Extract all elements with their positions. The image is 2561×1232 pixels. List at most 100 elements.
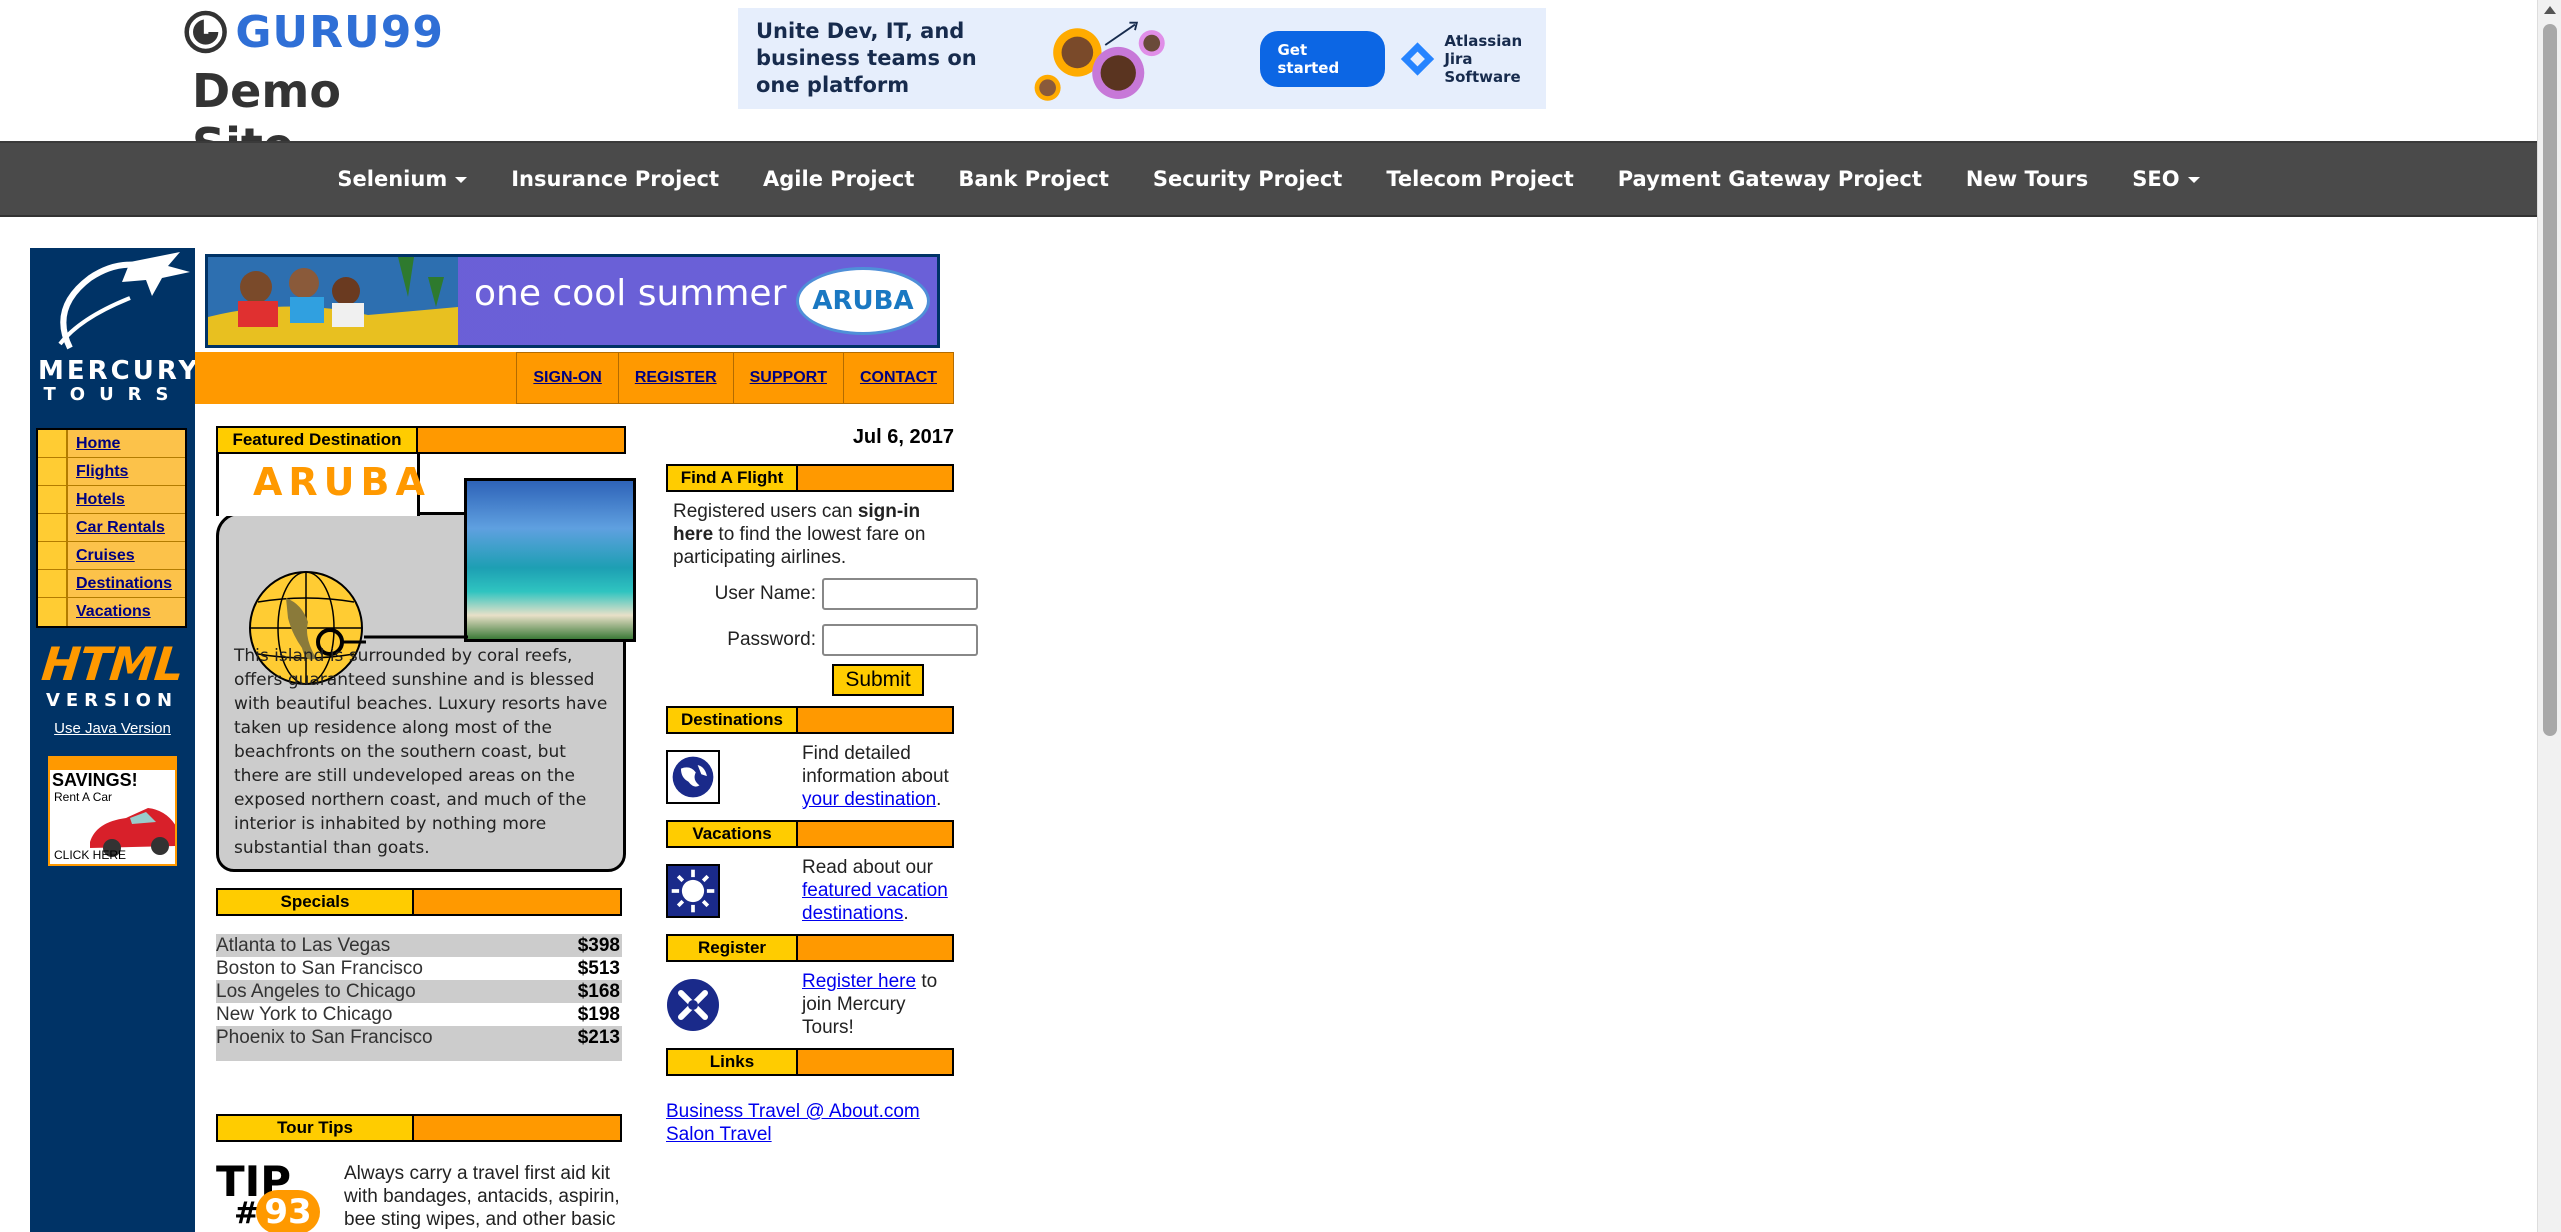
featured-title: ARUBA (253, 460, 431, 504)
username-row: User Name: (658, 578, 978, 610)
scroll-up-arrow-icon[interactable] (2544, 6, 2556, 14)
nav-payment-gateway-project[interactable]: Payment Gateway Project (1596, 167, 1944, 191)
links-header: Links (666, 1048, 954, 1076)
one-cool-summer-banner[interactable]: one cool summer ARUBA (205, 254, 940, 348)
side-menu-home[interactable]: Home (38, 430, 185, 458)
register-badge-icon (667, 979, 719, 1031)
destinations-text: Find detailed information about your des… (802, 743, 949, 810)
table-row: Atlanta to Las Vegas $398 (216, 934, 622, 957)
tour-tips-header: Tour Tips (216, 1114, 622, 1142)
nav-new-tours[interactable]: New Tours (1944, 167, 2110, 191)
your-destination-link[interactable]: your destination (802, 789, 936, 810)
main-navbar: Selenium Insurance Project Agile Project… (0, 141, 2537, 217)
ad-headline: Unite Dev, IT, and business teams on one… (756, 19, 977, 97)
savings-click-here: CLICK HERE (54, 848, 127, 862)
nav-insurance-project[interactable]: Insurance Project (489, 167, 741, 191)
sun-icon (666, 864, 720, 918)
password-label: Password: (727, 629, 816, 650)
html-version-sub: VERSION (45, 690, 179, 711)
nav-telecom-project[interactable]: Telecom Project (1364, 167, 1595, 191)
mercury-top-nav: SIGN-ON REGISTER SUPPORT CONTACT (195, 352, 954, 404)
left-sidebar: MERCURY TOURS Home Flights Hotels Car Re… (30, 248, 201, 1232)
submit-button[interactable]: Submit (832, 664, 924, 696)
register-link[interactable]: REGISTER (618, 352, 734, 404)
side-menu-flights[interactable]: Flights (38, 458, 185, 486)
nav-selenium[interactable]: Selenium (315, 167, 489, 191)
tip-text: Always carry a travel first aid kit with… (344, 1163, 620, 1230)
html-version-badge: HTML VERSION (39, 637, 186, 711)
nav-agile-project[interactable]: Agile Project (741, 167, 936, 191)
savings-title: SAVINGS! (52, 770, 138, 790)
register-here-link[interactable]: Register here (802, 971, 916, 992)
vacations-block: Read about our featured vacation destina… (666, 856, 954, 926)
aruba-beach-photo (464, 478, 636, 642)
nav-security-project[interactable]: Security Project (1131, 167, 1364, 191)
tip-logo-icon: TIP # 93 (216, 1160, 326, 1232)
ad-get-started-button[interactable]: Get started (1259, 30, 1386, 87)
ad-brand-line1: Atlassian (1444, 31, 1523, 50)
scrollbar-thumb[interactable] (2543, 24, 2557, 736)
banner-headline: one cool summer (474, 273, 787, 314)
links-list: Business Travel @ About.com Salon Travel (666, 1100, 920, 1146)
sign-on-link[interactable]: SIGN-ON (517, 352, 619, 404)
vacations-text: Read about our featured vacation destina… (802, 857, 948, 924)
side-menu-hotels[interactable]: Hotels (38, 486, 185, 514)
aruba-badge: ARUBA (796, 267, 930, 335)
featured-destination: ARUBA This island is surrounded by coral… (216, 454, 636, 872)
vacations-header: Vacations (666, 820, 954, 848)
jira-ad-banner[interactable]: Unite Dev, IT, and business teams on one… (738, 8, 1546, 109)
page-scrollbar[interactable] (2537, 0, 2561, 1232)
table-row: Phoenix to San Francisco $213 (216, 1026, 622, 1049)
globe-icon (666, 750, 720, 804)
guru99-logo-text: GURU99 (235, 6, 444, 58)
html-version-word: HTML (39, 637, 186, 691)
table-row (216, 1049, 622, 1061)
contact-link[interactable]: CONTACT (843, 352, 954, 404)
side-menu-vacations[interactable]: Vacations (38, 598, 185, 626)
guru99-logo[interactable]: GURU99 Demo Site (184, 6, 444, 172)
specials-header: Specials (216, 888, 622, 916)
register-block: Register here to join Mercury Tours! (666, 970, 954, 1040)
side-menu: Home Flights Hotels Car Rentals Cruises … (36, 428, 187, 628)
nav-seo[interactable]: SEO (2110, 167, 2221, 191)
guru99-logo-icon (184, 10, 227, 54)
business-travel-link[interactable]: Business Travel @ About.com (666, 1100, 920, 1123)
chevron-down-icon (455, 177, 468, 183)
mercury-logo-sub: TOURS (43, 384, 183, 405)
globe-pointer-line (364, 635, 468, 639)
tip-number: 93 (256, 1190, 320, 1232)
mercury-tours-logo[interactable]: MERCURY TOURS (30, 248, 201, 408)
register-text: Register here to join Mercury Tours! (802, 971, 938, 1038)
table-row: Boston to San Francisco $513 (216, 958, 620, 979)
banner-photo (208, 257, 458, 345)
airplane-globe-icon (58, 252, 190, 350)
specials-table: Atlanta to Las Vegas $398 Boston to San F… (216, 934, 622, 1061)
username-input[interactable] (822, 578, 978, 610)
destinations-header: Destinations (666, 706, 954, 734)
mercury-logo-word: MERCURY (38, 356, 201, 386)
chevron-down-icon (2187, 177, 2200, 183)
featured-destination-header: Featured Destination (216, 426, 626, 454)
rent-a-car-ad[interactable]: SAVINGS! Rent A Car CLICK HERE (48, 756, 177, 866)
atlassian-brand: Atlassian Jira Software (1399, 32, 1546, 86)
support-link[interactable]: SUPPORT (733, 352, 844, 404)
salon-travel-link[interactable]: Salon Travel (666, 1123, 920, 1146)
side-menu-destinations[interactable]: Destinations (38, 570, 185, 598)
register-header: Register (666, 934, 954, 962)
find-a-flight-header: Find A Flight (666, 464, 954, 492)
jira-logo-icon (1401, 41, 1435, 76)
use-java-version-link[interactable]: Use Java Version (34, 720, 191, 737)
mercury-tours-frame: MERCURY TOURS Home Flights Hotels Car Re… (30, 248, 978, 1232)
ad-brand-line2: Jira Software (1444, 49, 1521, 86)
password-row: Password: (658, 624, 978, 656)
side-menu-cruises[interactable]: Cruises (38, 542, 185, 570)
featured-vacation-destinations-link[interactable]: featured vacation destinations (802, 880, 948, 924)
table-row: Los Angeles to Chicago $168 (216, 980, 622, 1003)
aruba-badge-text: ARUBA (812, 286, 914, 316)
ad-people-illustration (1034, 21, 1166, 101)
tour-tip: TIP # 93 Always carry a travel first aid… (216, 1160, 626, 1232)
table-row: New York to Chicago $198 (216, 1004, 620, 1025)
nav-bank-project[interactable]: Bank Project (936, 167, 1131, 191)
side-menu-car-rentals[interactable]: Car Rentals (38, 514, 185, 542)
password-input[interactable] (822, 624, 978, 656)
